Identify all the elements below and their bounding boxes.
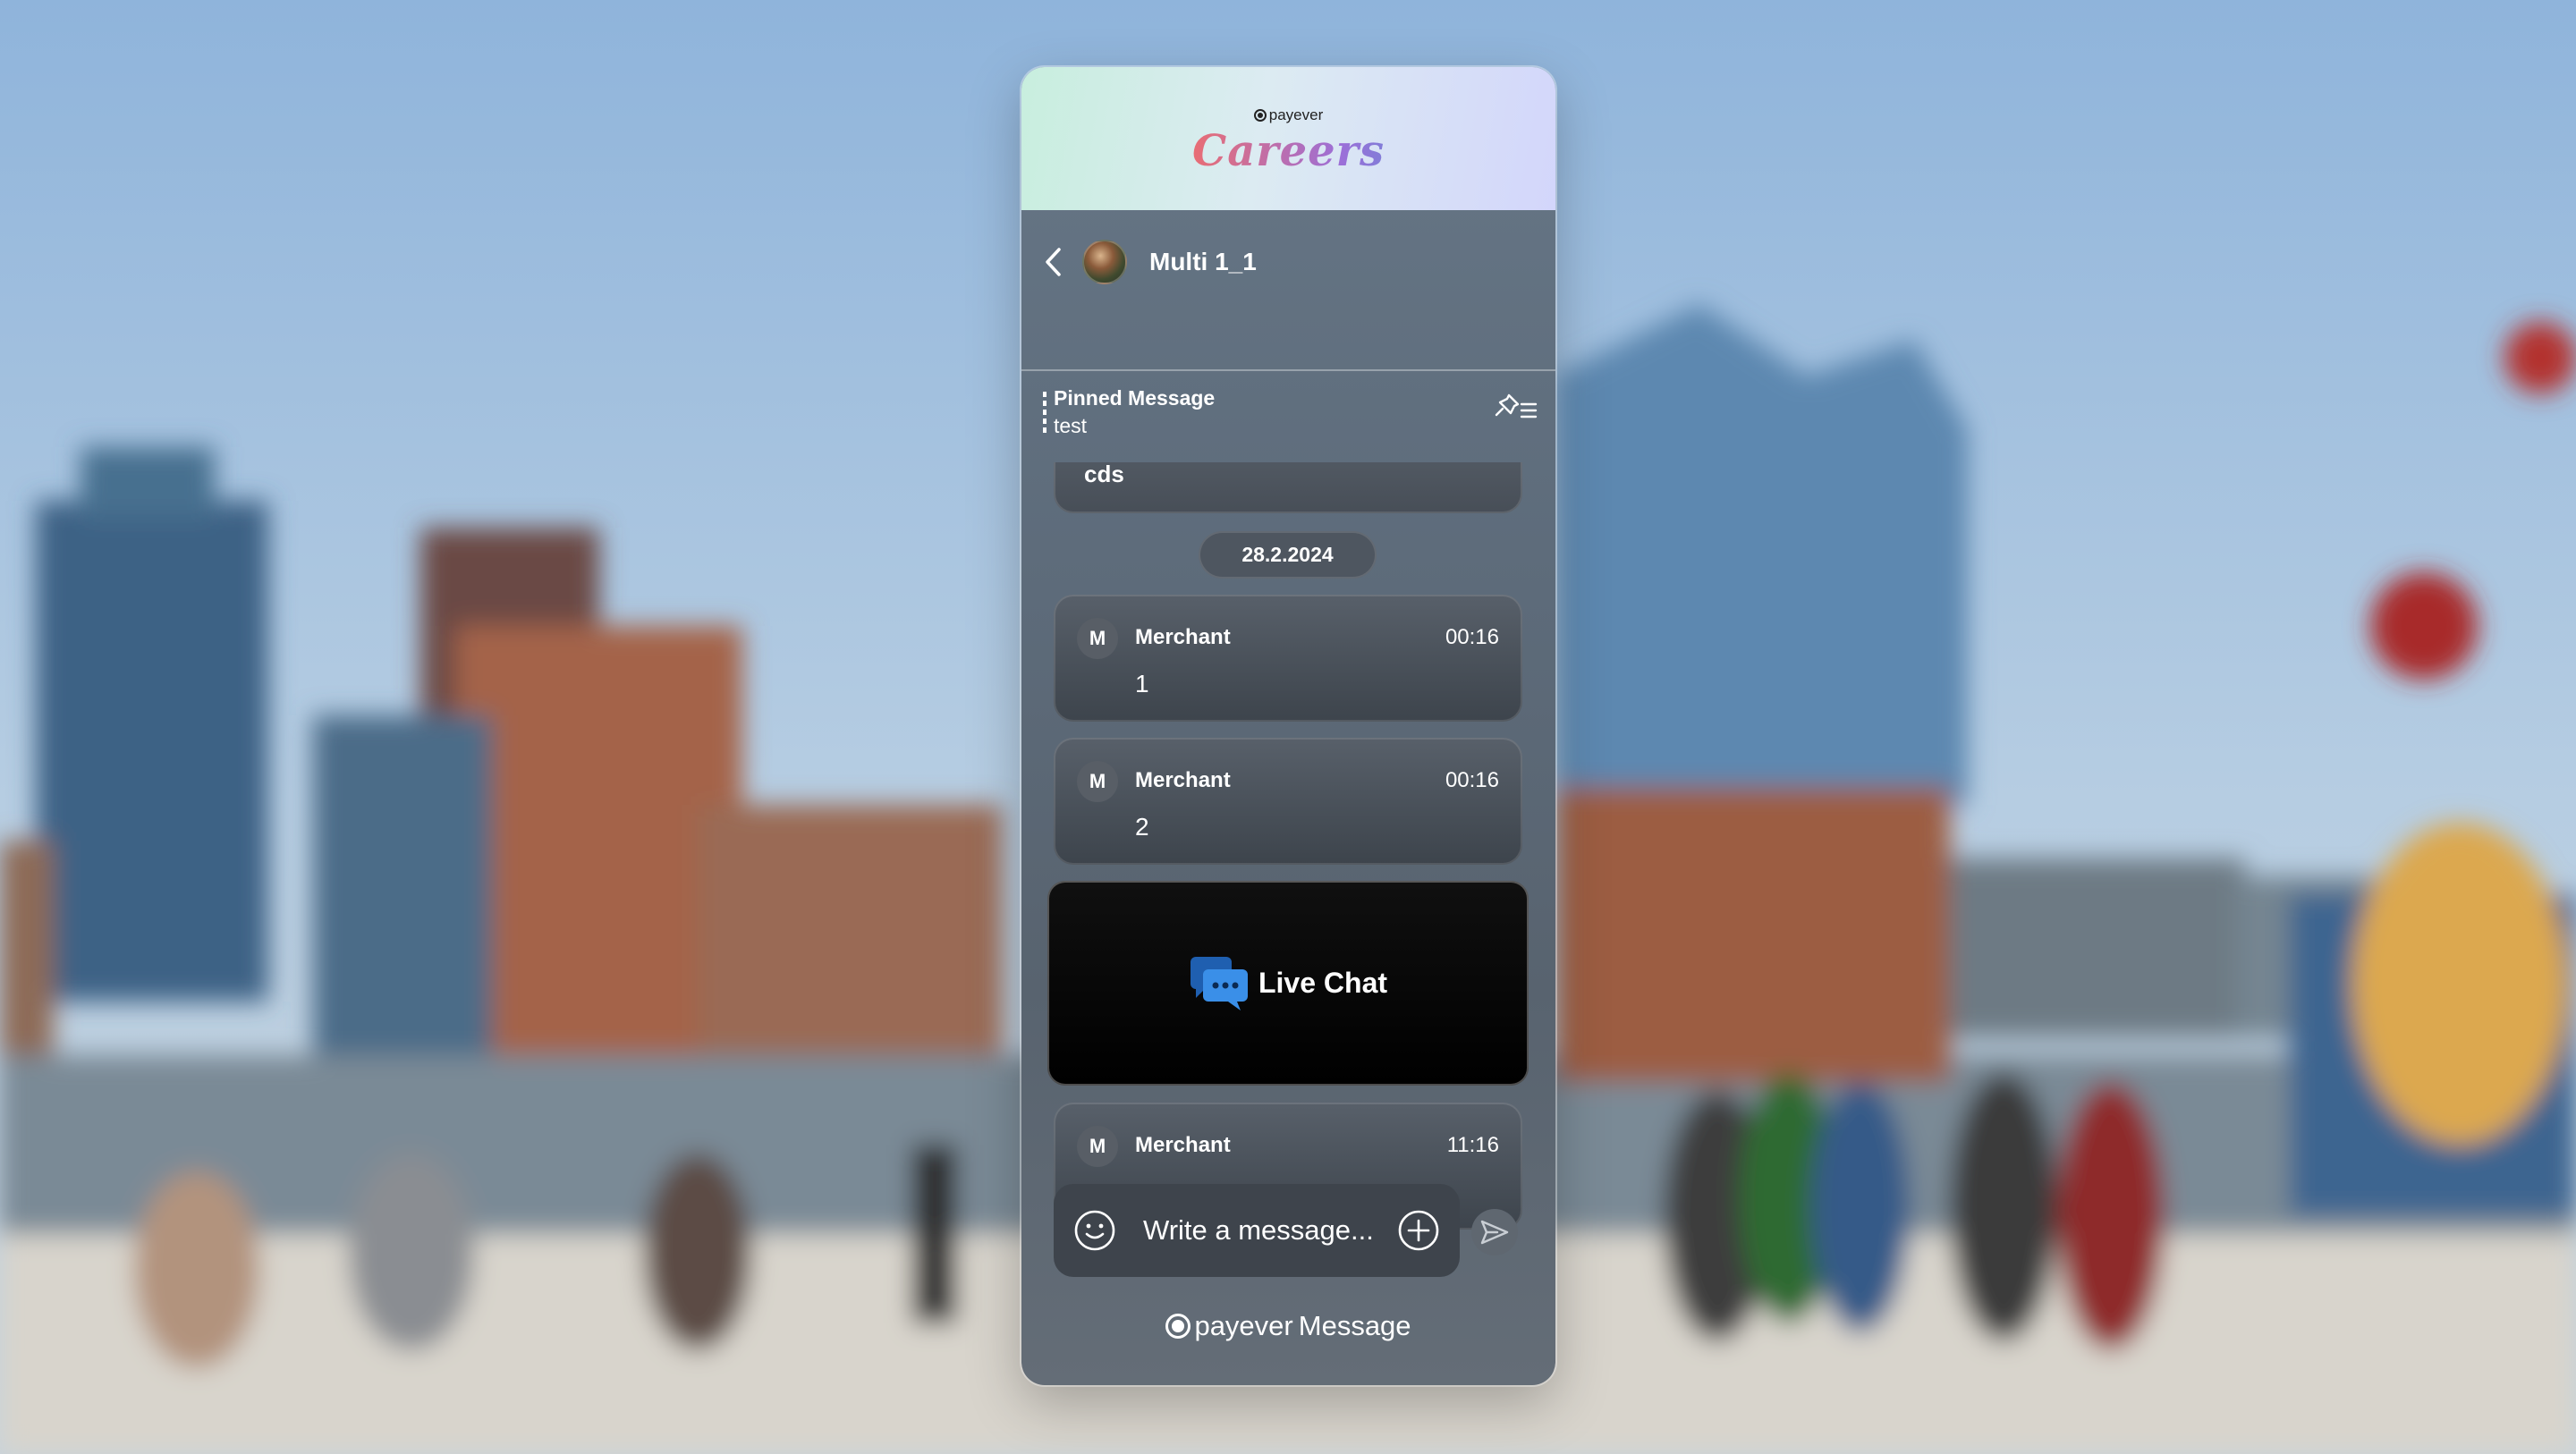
message-text: 2	[1135, 813, 1149, 841]
sender-avatar: M	[1077, 761, 1118, 802]
message-text: 1	[1135, 670, 1149, 697]
message-time: 11:16	[1446, 1133, 1499, 1157]
footer-brand-name: payever	[1194, 1310, 1293, 1341]
pinned-message[interactable]: Pinned Message test	[1021, 372, 1555, 461]
live-chat-label: Live Chat	[1258, 967, 1388, 999]
message-time: 00:16	[1445, 625, 1499, 649]
back-button[interactable]	[1041, 244, 1066, 280]
chat-bubbles-icon	[1190, 956, 1248, 1010]
careers-logo: Careers	[1021, 126, 1555, 176]
message-composer	[1054, 1184, 1460, 1277]
message-text: cds	[1084, 462, 1124, 487]
sender-name: Merchant	[1135, 625, 1231, 649]
smiley-icon	[1074, 1210, 1115, 1251]
pin-list-icon	[1495, 393, 1538, 418]
plus-circle-icon	[1398, 1210, 1439, 1251]
sender-name: Merchant	[1135, 768, 1231, 792]
payever-logo-icon	[1253, 109, 1267, 122]
send-icon	[1480, 1220, 1509, 1245]
chevron-left-icon	[1046, 248, 1061, 276]
pinned-indicator	[1043, 392, 1046, 433]
brand-small: payever	[1021, 106, 1555, 124]
add-attachment-button[interactable]	[1397, 1209, 1440, 1252]
payever-logo-icon	[1165, 1314, 1191, 1339]
sender-avatar: M	[1077, 618, 1118, 659]
chat-header: Multi 1_1	[1021, 210, 1555, 371]
pinned-text: test	[1054, 414, 1088, 437]
message-bubble[interactable]: M Merchant 00:16 2	[1054, 738, 1522, 865]
live-chat-card[interactable]: Live Chat	[1047, 881, 1529, 1086]
brand-header: payever Careers	[1021, 67, 1555, 210]
sender-avatar: M	[1077, 1126, 1118, 1167]
header-divider	[1021, 369, 1555, 371]
footer-brand: payever Message	[1021, 1310, 1555, 1342]
message-bubble-partial[interactable]: cds	[1054, 462, 1522, 513]
message-input[interactable]	[1143, 1211, 1402, 1250]
message-bubble[interactable]: M Merchant 00:16 1	[1054, 595, 1522, 722]
chat-widget: payever Careers Multi 1_1 Pinned Message…	[1021, 67, 1555, 1385]
footer-product-name: Message	[1298, 1310, 1411, 1341]
brand-small-label: payever	[1268, 106, 1324, 123]
sender-name: Merchant	[1135, 1133, 1231, 1157]
message-time: 00:16	[1445, 768, 1499, 792]
emoji-button[interactable]	[1073, 1209, 1116, 1252]
send-button[interactable]	[1471, 1209, 1518, 1255]
pin-list-button[interactable]	[1493, 392, 1539, 424]
date-divider: 28.2.2024	[1199, 531, 1377, 579]
avatar[interactable]	[1082, 240, 1127, 284]
pinned-title: Pinned Message	[1054, 386, 1216, 410]
chat-title: Multi 1_1	[1149, 248, 1257, 275]
